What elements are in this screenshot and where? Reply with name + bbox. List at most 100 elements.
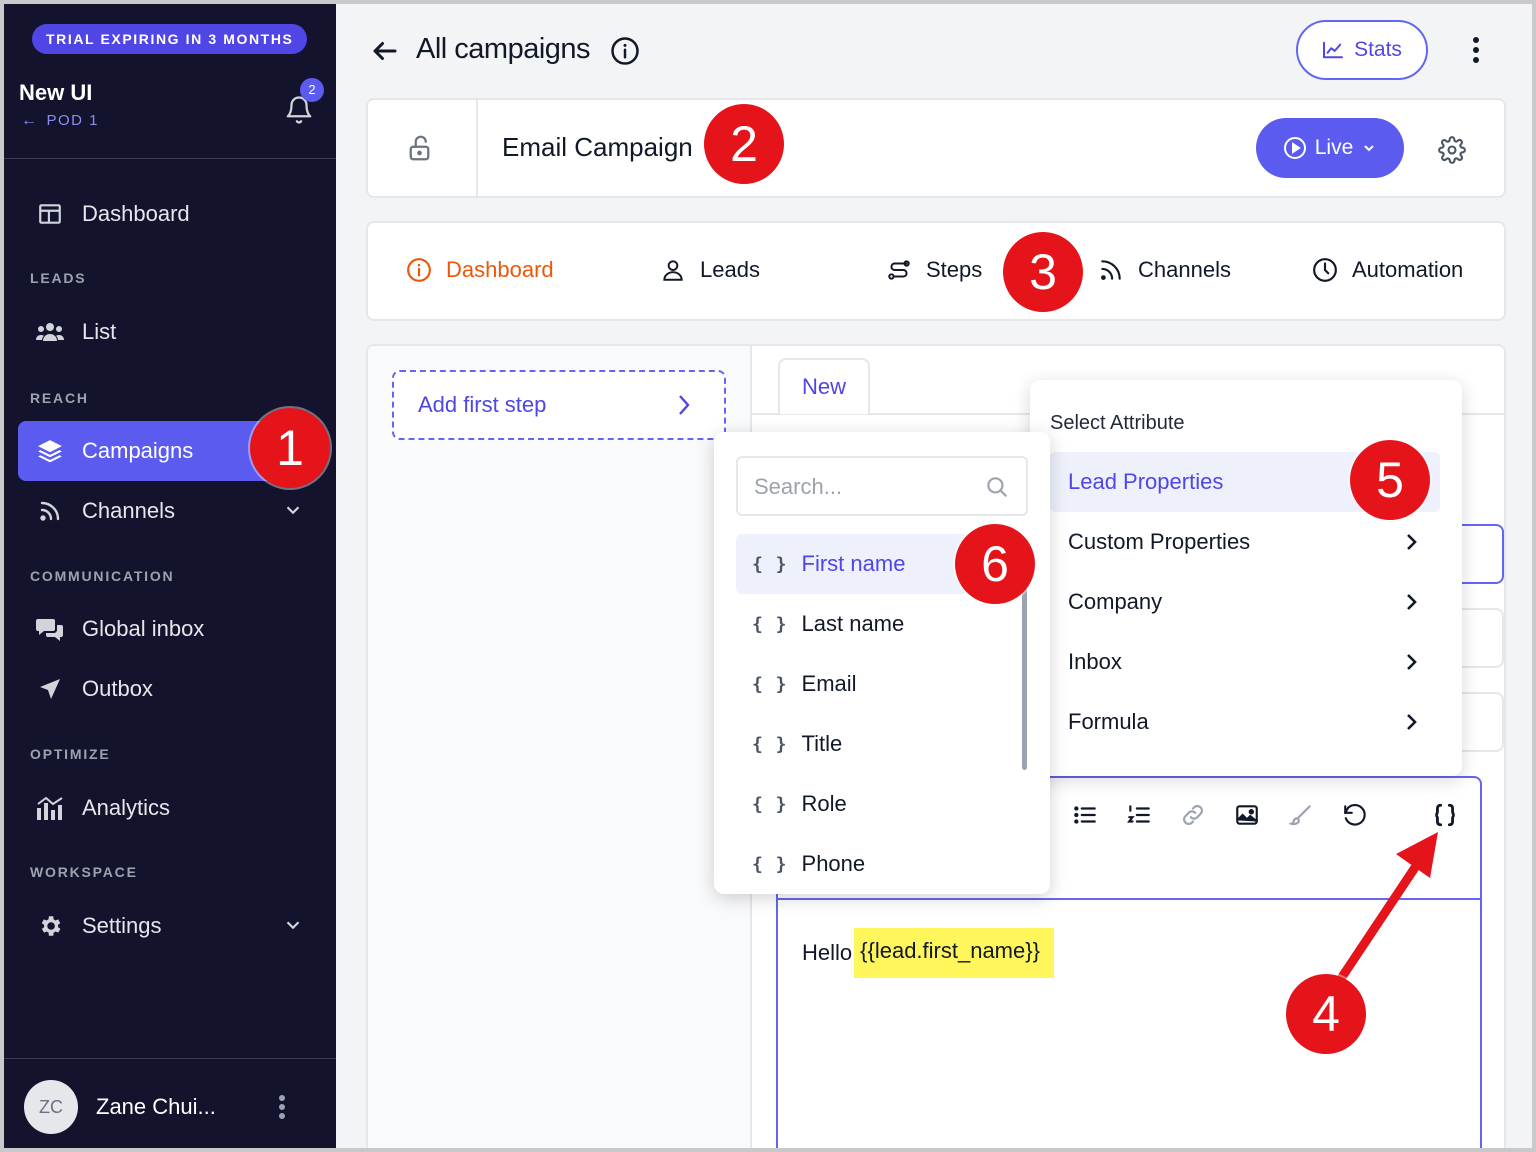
variable-title[interactable]: { } Title xyxy=(736,714,1026,774)
clock-icon xyxy=(1313,258,1337,282)
section-leads: LEADS xyxy=(30,270,87,286)
bullet-list-icon[interactable] xyxy=(1072,802,1098,828)
sidebar-item-label: Channels xyxy=(82,498,175,523)
tab-automation[interactable]: Automation xyxy=(1312,257,1463,283)
settings-gear-icon[interactable] xyxy=(1438,136,1466,164)
chevron-down-icon[interactable] xyxy=(282,499,304,521)
attribute-label: Lead Properties xyxy=(1068,469,1224,494)
lock-toggle[interactable] xyxy=(368,100,478,196)
user-icon xyxy=(663,260,683,281)
campaign-name[interactable]: Email Campaign xyxy=(502,132,693,163)
unlock-icon xyxy=(409,135,430,161)
route-icon xyxy=(888,260,910,280)
avatar[interactable]: ZC xyxy=(24,1080,78,1134)
user-name[interactable]: Zane Chui... xyxy=(96,1094,216,1120)
rss-icon xyxy=(36,497,64,525)
annotation-badge-3: 3 xyxy=(1003,232,1083,312)
stats-button[interactable]: Stats xyxy=(1296,20,1428,80)
sidebar-item-channels[interactable]: Channels xyxy=(18,481,318,541)
workspace-switch[interactable]: ← POD 1 xyxy=(21,112,99,130)
variable-search-field[interactable] xyxy=(736,456,1028,516)
sidebar-item-dashboard[interactable]: Dashboard xyxy=(18,184,318,244)
arrow-left-icon: ← xyxy=(21,112,39,129)
tab-label: Leads xyxy=(700,257,760,282)
attribute-company[interactable]: Company xyxy=(1050,572,1440,632)
braces-icon: { } xyxy=(752,673,788,695)
variable-token[interactable]: {{lead.first_name}} xyxy=(854,928,1054,978)
trial-banner[interactable]: TRIAL EXPIRING IN 3 MONTHS xyxy=(32,24,308,54)
users-icon xyxy=(36,318,64,346)
attribute-label: Company xyxy=(1068,589,1163,614)
braces-icon: { } xyxy=(752,733,788,755)
attribute-formula[interactable]: Formula xyxy=(1050,692,1440,752)
sidebar-item-outbox[interactable]: Outbox xyxy=(18,659,318,719)
scrollbar[interactable] xyxy=(1022,582,1027,770)
braces-icon: { } xyxy=(752,553,788,575)
layers-icon xyxy=(36,437,64,465)
back-arrow-icon[interactable] xyxy=(370,36,400,66)
sidebar-item-list[interactable]: List xyxy=(18,302,318,362)
tab-steps[interactable]: Steps xyxy=(886,257,982,283)
page-title: All campaigns xyxy=(416,33,591,65)
campaign-tabs: Dashboard Leads Steps Channels Automatio… xyxy=(366,221,1506,321)
variable-email[interactable]: { } Email xyxy=(736,654,1026,714)
sidebar-item-label: Outbox xyxy=(82,676,153,701)
chevron-down-icon xyxy=(1364,145,1374,152)
info-icon[interactable] xyxy=(610,36,640,66)
annotation-badge-6: 6 xyxy=(955,524,1035,604)
workspace-name[interactable]: New UI xyxy=(19,80,92,106)
stats-button-label: Stats xyxy=(1354,38,1402,61)
variable-role[interactable]: { } Role xyxy=(736,774,1026,834)
variable-label: Role xyxy=(801,791,847,816)
section-reach: REACH xyxy=(30,390,89,406)
sidebar-item-label: Global inbox xyxy=(82,616,205,641)
tab-channels[interactable]: Channels xyxy=(1098,257,1231,283)
numbered-list-icon[interactable] xyxy=(1126,802,1152,828)
sidebar-item-settings[interactable]: Settings xyxy=(18,896,318,956)
more-vertical-icon[interactable] xyxy=(1464,34,1488,66)
image-icon[interactable] xyxy=(1234,802,1260,828)
variable-search-input[interactable] xyxy=(754,472,974,502)
search-icon xyxy=(987,477,1007,497)
attribute-inbox[interactable]: Inbox xyxy=(1050,632,1440,692)
notification-badge: 2 xyxy=(300,78,324,102)
tab-new[interactable]: New xyxy=(778,358,870,414)
attribute-label: Custom Properties xyxy=(1068,529,1251,554)
sidebar-item-label: Dashboard xyxy=(82,201,190,226)
play-circle-icon xyxy=(1283,137,1306,159)
link-icon[interactable] xyxy=(1180,802,1206,828)
chevron-down-icon[interactable] xyxy=(282,914,304,936)
sidebar-divider xyxy=(4,1058,336,1059)
tab-label: Automation xyxy=(1352,257,1464,282)
attribute-label: Formula xyxy=(1068,709,1149,734)
more-vertical-icon[interactable] xyxy=(274,1092,290,1122)
variable-label: First name xyxy=(801,551,906,576)
analytics-icon xyxy=(36,794,64,822)
add-step-label: Add first step xyxy=(418,392,547,417)
sidebar-item-label: List xyxy=(82,319,117,344)
tab-dashboard[interactable]: Dashboard xyxy=(406,257,554,283)
tab-label: Steps xyxy=(926,257,983,282)
variable-label: Last name xyxy=(801,611,905,636)
add-first-step-button[interactable]: Add first step xyxy=(392,370,726,440)
sidebar-item-label: Campaigns xyxy=(82,438,194,463)
variable-label: Phone xyxy=(801,851,866,876)
tab-label: Dashboard xyxy=(446,257,554,282)
live-status-button[interactable]: Live xyxy=(1256,118,1404,178)
section-workspace: WORKSPACE xyxy=(30,864,138,880)
chat-icon xyxy=(36,615,64,643)
attribute-custom-properties[interactable]: Custom Properties xyxy=(1050,512,1440,572)
chevron-right-icon xyxy=(679,395,690,415)
attribute-menu-title: Select Attribute xyxy=(1050,412,1185,434)
tab-leads[interactable]: Leads xyxy=(660,257,760,283)
annotation-badge-4: 4 xyxy=(1286,974,1366,1054)
sidebar-item-analytics[interactable]: Analytics xyxy=(18,778,318,838)
live-status-label: Live xyxy=(1314,136,1354,159)
sidebar-divider xyxy=(4,158,336,159)
variable-phone[interactable]: { } Phone xyxy=(736,834,1026,894)
email-body-text[interactable]: Hello {{lead.first_name}} xyxy=(802,928,1054,978)
sidebar-item-global-inbox[interactable]: Global inbox xyxy=(18,599,318,659)
braces-icon: { } xyxy=(752,853,788,875)
variable-last-name[interactable]: { } Last name xyxy=(736,594,1026,654)
variable-label: Email xyxy=(801,671,857,696)
